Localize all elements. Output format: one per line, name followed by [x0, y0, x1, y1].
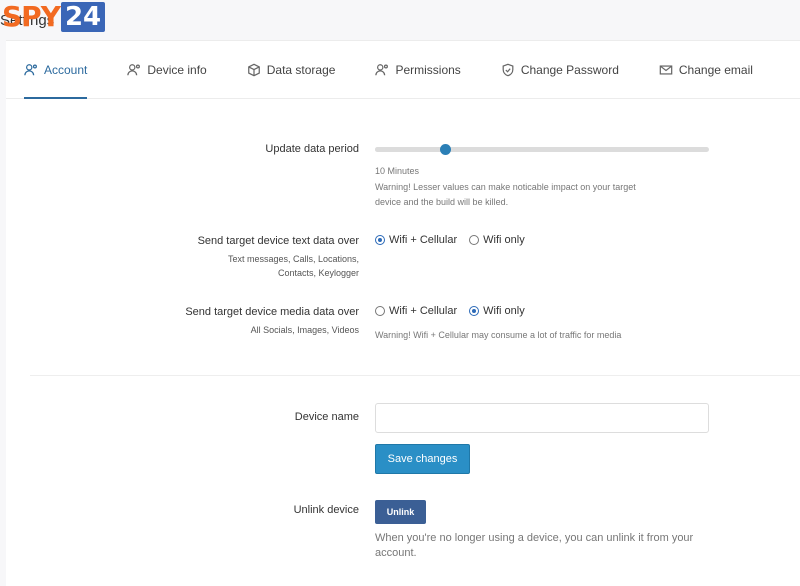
shield-icon: [502, 63, 514, 76]
tab-permissions-label: Permissions: [395, 62, 461, 77]
radio-checked-icon: [375, 235, 385, 245]
tab-change-password[interactable]: Change Password: [501, 41, 619, 98]
tab-change-password-label: Change Password: [520, 62, 619, 77]
settings-card: Account Device info Data storage Permiss…: [6, 40, 800, 586]
tab-data-storage[interactable]: Data storage: [247, 41, 336, 98]
media-data-label: Send target device media data over: [185, 306, 359, 318]
device-name-label: Device name: [294, 411, 359, 423]
media-data-warning: Warning! Wifi + Cellular may consume a l…: [375, 330, 622, 340]
update-period-warning-2: device and the build will be killed.: [375, 197, 509, 207]
slider-fill: [375, 147, 446, 152]
radio-unchecked-icon: [469, 235, 480, 245]
update-period-label: Update data period: [265, 143, 359, 155]
user-gear-icon: [375, 63, 389, 75]
logo-24-text: 24: [60, 2, 106, 32]
media-data-wifi-cellular-radio[interactable]: Wifi + Cellular: [375, 305, 457, 317]
unlink-note-line-1: When you're no longer using a device, yo…: [375, 532, 694, 544]
box-icon: [247, 63, 260, 76]
user-gear-icon: [127, 63, 141, 75]
update-period-warning-1: Warning! Lesser values can make noticabl…: [375, 182, 636, 192]
media-data-radio-group: Wifi + Cellular Wifi only: [375, 305, 537, 317]
device-name-input[interactable]: [375, 403, 709, 433]
envelope-icon: [659, 64, 673, 75]
radio-label: Wifi only: [483, 305, 525, 317]
radio-label: Wifi + Cellular: [389, 305, 458, 317]
text-data-sub-1: Text messages, Calls, Locations,: [227, 254, 359, 264]
text-data-wifi-only-radio[interactable]: Wifi only: [469, 234, 525, 246]
radio-unchecked-icon: [375, 306, 385, 316]
spy24-logo: SPY 24: [0, 0, 106, 34]
user-gear-icon: [24, 63, 37, 75]
update-period-value: 10 Minutes: [375, 166, 420, 176]
tab-change-email[interactable]: Change email: [659, 41, 753, 98]
tab-change-email-label: Change email: [678, 62, 753, 77]
unlink-device-label: Unlink device: [293, 504, 359, 516]
tab-permissions[interactable]: Permissions: [375, 41, 461, 98]
save-changes-button[interactable]: Save changes: [375, 444, 470, 474]
media-data-sub: All Socials, Images, Videos: [250, 325, 359, 335]
text-data-wifi-cellular-radio[interactable]: Wifi + Cellular: [375, 234, 457, 246]
tab-device-info[interactable]: Device info: [127, 41, 207, 98]
tab-device-info-label: Device info: [147, 62, 207, 77]
slider-thumb[interactable]: [440, 144, 452, 155]
text-data-radio-group: Wifi + Cellular Wifi only: [375, 234, 537, 246]
tab-bar: Account Device info Data storage Permiss…: [6, 41, 800, 99]
logo-spy-text: SPY: [2, 0, 61, 33]
tab-data-storage-label: Data storage: [266, 62, 336, 77]
tab-account-label: Account: [44, 62, 88, 77]
section-divider: [30, 375, 800, 376]
text-data-label: Send target device text data over: [197, 235, 359, 247]
unlink-button[interactable]: Unlink: [375, 500, 426, 524]
radio-label: Wifi only: [483, 234, 525, 246]
radio-label: Wifi + Cellular: [389, 234, 458, 246]
update-period-slider[interactable]: [375, 144, 709, 155]
media-data-wifi-only-radio[interactable]: Wifi only: [469, 305, 525, 317]
radio-checked-icon: [469, 306, 480, 316]
tab-account[interactable]: Account: [24, 41, 88, 99]
unlink-note: When you're no longer using a device, yo…: [375, 531, 725, 561]
unlink-note-line-2: account.: [375, 547, 417, 559]
text-data-sub-2: Contacts, Keylogger: [277, 268, 359, 278]
